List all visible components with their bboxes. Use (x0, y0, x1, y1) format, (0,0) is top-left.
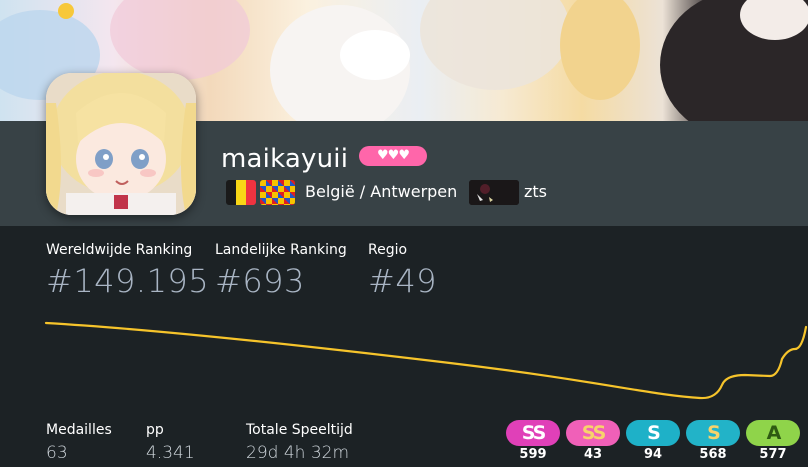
grade-count-a: 577 (759, 447, 787, 462)
belgium-flag-icon[interactable] (226, 180, 256, 205)
grade-badge-a: A (746, 420, 800, 446)
grade-letter: S (707, 422, 721, 444)
rank-history-line (44, 321, 808, 400)
country-rank-label: Landelijke Ranking (215, 242, 347, 258)
grade-letter: SS (521, 422, 546, 444)
grade-letter: A (766, 422, 782, 444)
medals-value: 63 (46, 443, 68, 463)
pp-label: pp (146, 422, 164, 438)
playtime-label: Totale Speeltijd (246, 422, 353, 438)
team-name[interactable]: zts (524, 182, 547, 201)
team-flag-icon[interactable] (469, 180, 519, 205)
location-text: België / Antwerpen (305, 182, 458, 201)
grade-badge-ss: SS (566, 420, 620, 446)
grade-count-s-silver: 94 (643, 447, 663, 462)
grade-badge-s-silver: S (626, 420, 680, 446)
global-rank-value: #149.195 (46, 262, 210, 300)
region-rank-value: #49 (368, 262, 438, 300)
grade-letter: S (647, 422, 661, 444)
grade-badge-ss-silver: SS (506, 420, 560, 446)
grade-badge-s: S (686, 420, 740, 446)
grade-count-ss: 43 (583, 447, 603, 462)
antwerp-flag-icon[interactable] (260, 180, 295, 205)
grade-letter: SS (581, 422, 606, 444)
grade-count-s: 568 (699, 447, 727, 462)
avatar[interactable] (46, 73, 196, 215)
country-rank-value: #693 (215, 262, 305, 300)
global-rank-label: Wereldwijde Ranking (46, 242, 193, 258)
rank-history-graph[interactable] (0, 315, 808, 415)
playtime-value: 29d 4h 32m (246, 443, 350, 463)
grade-count-ss-silver: 599 (519, 447, 547, 462)
pp-value: 4.341 (146, 443, 195, 463)
username: maikayuii (221, 144, 349, 174)
region-rank-label: Regio (368, 242, 408, 258)
supporter-badge[interactable]: ♥♥♥ (359, 146, 427, 166)
medals-label: Medailles (46, 422, 112, 438)
